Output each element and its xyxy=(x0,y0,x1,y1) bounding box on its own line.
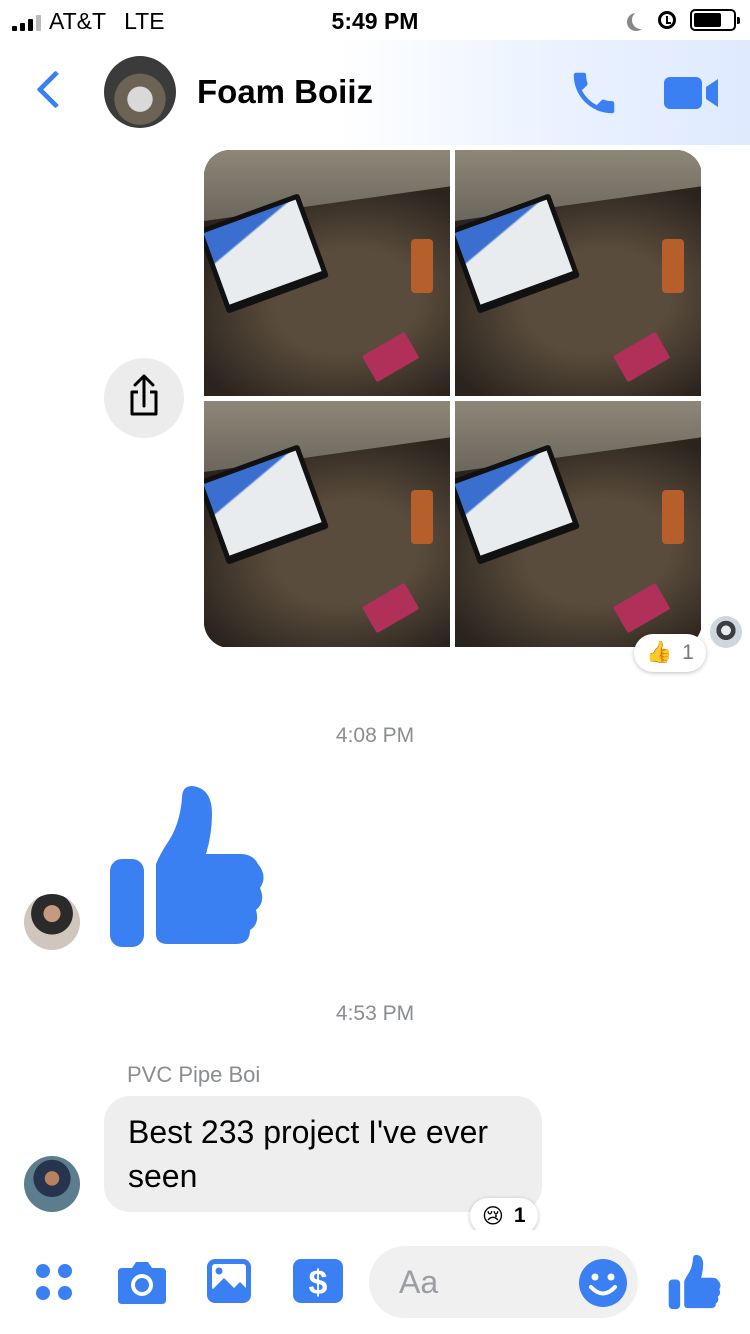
photo-attachment-grid[interactable] xyxy=(204,150,702,648)
do-not-disturb-icon xyxy=(632,11,650,29)
photo-thumbnail[interactable] xyxy=(204,150,450,396)
photo-reaction-badge[interactable]: 👍 1 xyxy=(634,634,706,672)
group-avatar[interactable] xyxy=(104,56,176,128)
dollar-icon: $ xyxy=(293,1259,343,1303)
battery-icon xyxy=(690,9,740,31)
payment-button[interactable]: $ xyxy=(292,1258,344,1304)
reaction-count: 1 xyxy=(513,1204,526,1227)
timestamp: 4:53 PM xyxy=(335,1002,415,1025)
timestamp: 4:08 PM xyxy=(335,724,415,747)
four-dots-icon xyxy=(36,1264,72,1300)
phone-icon xyxy=(573,72,615,114)
sender-avatar[interactable] xyxy=(24,1156,80,1212)
camera-icon xyxy=(118,1262,166,1304)
gallery-button[interactable] xyxy=(206,1258,252,1304)
status-bar: AT&T LTE 5:49 PM xyxy=(0,0,750,40)
image-icon xyxy=(207,1259,251,1303)
alarm-icon xyxy=(658,11,676,29)
more-actions-button[interactable] xyxy=(34,1262,74,1302)
share-button[interactable] xyxy=(104,358,184,438)
video-camera-icon xyxy=(664,77,718,109)
sender-name: PVC Pipe Boi xyxy=(127,1062,261,1087)
message-reaction-badge[interactable]: 😢 1 xyxy=(470,1198,538,1234)
like-sticker[interactable] xyxy=(108,784,268,949)
sender-avatar[interactable] xyxy=(24,894,80,950)
photo-thumbnail[interactable] xyxy=(455,401,701,647)
thumbs-up-reaction-icon: 👍 xyxy=(646,641,673,664)
conversation-header: Foam Boiiz xyxy=(0,40,750,145)
status-right xyxy=(626,9,740,31)
send-like-button[interactable] xyxy=(668,1254,722,1310)
reaction-count: 1 xyxy=(682,641,694,664)
thumbs-up-icon xyxy=(668,1254,721,1310)
smiley-icon xyxy=(579,1259,627,1307)
crying-face-reaction-icon: 😢 xyxy=(482,1204,504,1228)
message-composer: $ xyxy=(0,1230,750,1334)
video-call-button[interactable] xyxy=(662,73,720,113)
message-bubble[interactable]: Best 233 project I've ever seen xyxy=(104,1096,542,1212)
camera-button[interactable] xyxy=(116,1258,168,1306)
conversation-title[interactable]: Foam Boiiz xyxy=(197,73,373,111)
thumbs-up-icon xyxy=(110,786,264,947)
photo-thumbnail[interactable] xyxy=(204,401,450,647)
emoji-button[interactable] xyxy=(578,1258,628,1308)
back-button[interactable] xyxy=(30,68,70,118)
svg-text:$: $ xyxy=(309,1264,328,1302)
voice-call-button[interactable] xyxy=(567,66,621,120)
share-icon xyxy=(130,374,158,416)
photo-thumbnail[interactable] xyxy=(455,150,701,396)
read-receipt-avatar xyxy=(710,616,742,648)
